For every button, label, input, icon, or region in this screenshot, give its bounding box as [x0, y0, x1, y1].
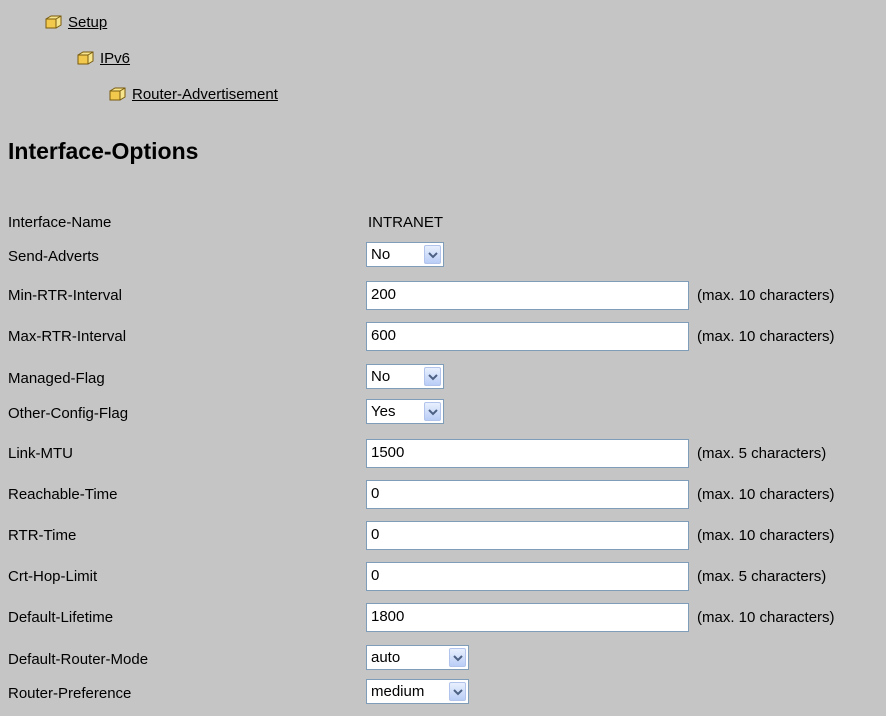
label-crt-hop-limit: Crt-Hop-Limit [8, 568, 98, 585]
row-default-router-mode: Default-Router-Mode auto [0, 643, 886, 677]
reachable-time-input[interactable]: 0 [366, 480, 689, 509]
default-router-mode-select[interactable]: auto [366, 645, 469, 670]
label-send-adverts: Send-Adverts [8, 248, 99, 265]
label-rtr-time: RTR-Time [8, 527, 77, 544]
breadcrumb-link-router-advertisement[interactable]: Router-Advertisement [132, 86, 278, 103]
value-interface-name: INTRANET [368, 214, 443, 231]
hint-rtr-time: (max. 10 characters) [697, 527, 835, 544]
label-link-mtu: Link-MTU [8, 445, 74, 462]
label-managed-flag: Managed-Flag [8, 370, 105, 387]
chevron-down-icon[interactable] [424, 402, 441, 421]
row-min-rtr-interval: Min-RTR-Interval 200 (max. 10 characters… [0, 279, 886, 313]
hint-crt-hop-limit: (max. 5 characters) [697, 568, 827, 585]
page-title: Interface-Options [8, 138, 199, 164]
label-other-config-flag: Other-Config-Flag [8, 405, 129, 422]
router-preference-selected-value: medium [371, 683, 425, 700]
row-interface-name: Interface-Name INTRANET [0, 206, 886, 240]
row-send-adverts: Send-Adverts No [0, 240, 886, 274]
folder-icon [108, 86, 128, 102]
chevron-down-icon[interactable] [449, 648, 466, 667]
other-config-flag-select[interactable]: Yes [366, 399, 444, 424]
min-rtr-interval-input[interactable]: 200 [366, 281, 689, 310]
breadcrumb-item-setup[interactable]: Setup [44, 12, 107, 32]
chevron-down-icon[interactable] [424, 245, 441, 264]
label-default-lifetime: Default-Lifetime [8, 609, 114, 626]
label-max-rtr-interval: Max-RTR-Interval [8, 328, 127, 345]
crt-hop-limit-input[interactable]: 0 [366, 562, 689, 591]
chevron-down-icon[interactable] [449, 682, 466, 701]
row-max-rtr-interval: Max-RTR-Interval 600 (max. 10 characters… [0, 320, 886, 354]
link-mtu-input[interactable]: 1500 [366, 439, 689, 468]
label-router-preference: Router-Preference [8, 685, 132, 702]
send-adverts-select[interactable]: No [366, 242, 444, 267]
default-lifetime-input[interactable]: 1800 [366, 603, 689, 632]
breadcrumb-item-router-advertisement[interactable]: Router-Advertisement [108, 84, 278, 104]
row-reachable-time: Reachable-Time 0 (max. 10 characters) [0, 478, 886, 512]
send-adverts-selected-value: No [371, 246, 391, 263]
row-router-preference: Router-Preference medium [0, 677, 886, 711]
hint-min-rtr-interval: (max. 10 characters) [697, 287, 835, 304]
max-rtr-interval-input[interactable]: 600 [366, 322, 689, 351]
row-other-config-flag: Other-Config-Flag Yes [0, 397, 886, 431]
label-min-rtr-interval: Min-RTR-Interval [8, 287, 122, 304]
label-reachable-time: Reachable-Time [8, 486, 118, 503]
breadcrumb-item-ipv6[interactable]: IPv6 [76, 48, 130, 68]
breadcrumb-link-setup[interactable]: Setup [68, 14, 107, 31]
folder-icon [44, 14, 64, 30]
row-crt-hop-limit: Crt-Hop-Limit 0 (max. 5 characters) [0, 560, 886, 594]
row-default-lifetime: Default-Lifetime 1800 (max. 10 character… [0, 601, 886, 635]
row-managed-flag: Managed-Flag No [0, 362, 886, 396]
hint-default-lifetime: (max. 10 characters) [697, 609, 835, 626]
other-config-flag-selected-value: Yes [371, 403, 396, 420]
managed-flag-select[interactable]: No [366, 364, 444, 389]
chevron-down-icon[interactable] [424, 367, 441, 386]
label-interface-name: Interface-Name [8, 214, 112, 231]
folder-icon [76, 50, 96, 66]
rtr-time-input[interactable]: 0 [366, 521, 689, 550]
row-link-mtu: Link-MTU 1500 (max. 5 characters) [0, 437, 886, 471]
hint-max-rtr-interval: (max. 10 characters) [697, 328, 835, 345]
breadcrumb-link-ipv6[interactable]: IPv6 [100, 50, 130, 67]
router-preference-select[interactable]: medium [366, 679, 469, 704]
hint-reachable-time: (max. 10 characters) [697, 486, 835, 503]
managed-flag-selected-value: No [371, 368, 391, 385]
label-default-router-mode: Default-Router-Mode [8, 651, 149, 668]
hint-link-mtu: (max. 5 characters) [697, 445, 827, 462]
row-rtr-time: RTR-Time 0 (max. 10 characters) [0, 519, 886, 553]
default-router-mode-selected-value: auto [371, 649, 401, 666]
